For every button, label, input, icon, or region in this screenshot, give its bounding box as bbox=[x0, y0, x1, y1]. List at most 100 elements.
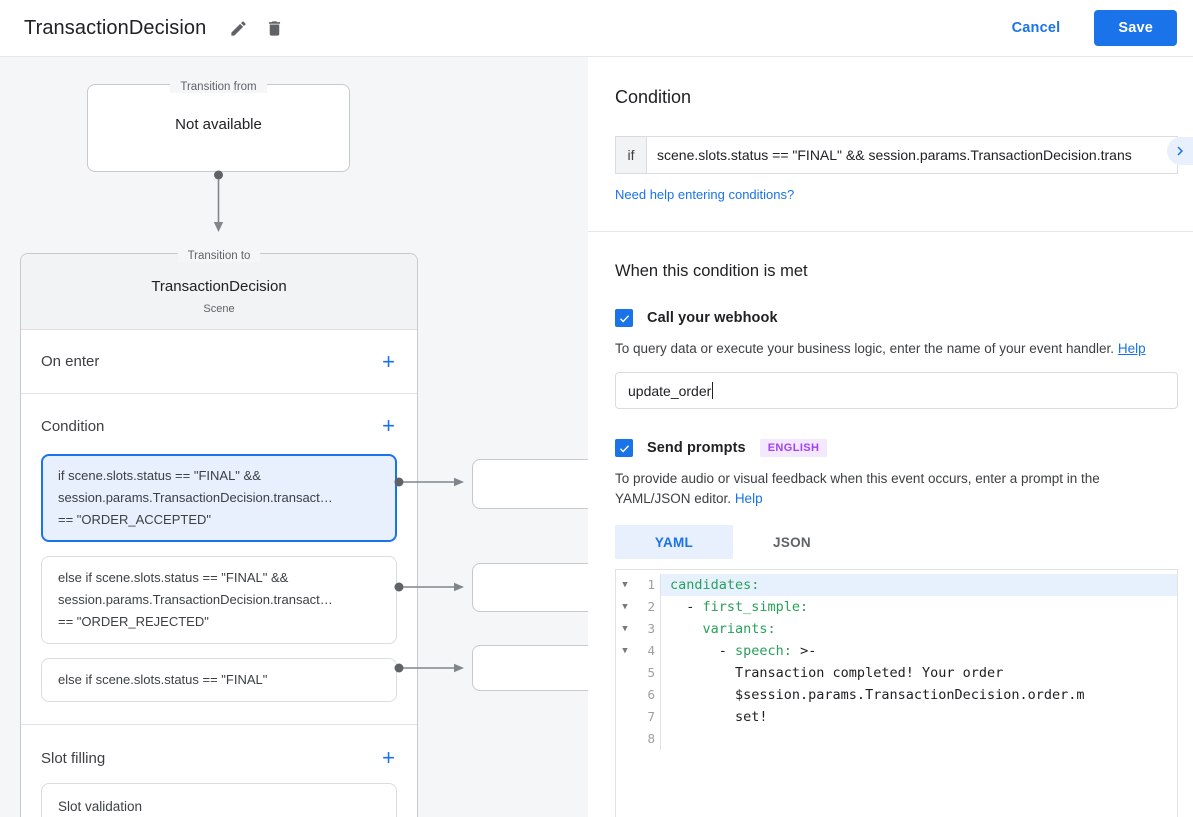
fold-gutter bbox=[616, 706, 634, 728]
save-button[interactable]: Save bbox=[1094, 10, 1177, 46]
slot-filling-label: Slot filling bbox=[41, 750, 105, 767]
trash-icon bbox=[265, 19, 284, 38]
code-line-content: Transaction completed! Your order bbox=[661, 662, 1177, 684]
transition-from-box: Transition from Not available bbox=[87, 84, 350, 172]
editor-line[interactable]: 6 $session.params.TransactionDecision.or… bbox=[616, 684, 1177, 706]
fold-arrow-icon[interactable]: ▼ bbox=[616, 574, 634, 596]
slot-validation-card[interactable]: Slot validation bbox=[41, 783, 397, 817]
transition-arrow-down bbox=[212, 170, 225, 234]
add-on-enter-button[interactable]: + bbox=[378, 349, 399, 375]
condition-expression-input[interactable]: scene.slots.status == "FINAL" && session… bbox=[647, 137, 1177, 173]
collapse-panel-button[interactable] bbox=[1167, 137, 1193, 165]
code-line-content: - first_simple: bbox=[661, 596, 1177, 618]
webhook-help-link[interactable]: Help bbox=[1118, 341, 1146, 356]
webhook-label: Call your webhook bbox=[647, 310, 778, 326]
transition-target-box-3[interactable] bbox=[472, 645, 588, 691]
panel-title: Condition bbox=[615, 87, 1178, 108]
webhook-description: To query data or execute your business l… bbox=[615, 339, 1175, 359]
fold-gutter bbox=[616, 684, 634, 706]
editor-line[interactable]: ▼3 variants: bbox=[616, 618, 1177, 640]
prompts-description: To provide audio or visual feedback when… bbox=[615, 469, 1175, 509]
on-enter-label: On enter bbox=[41, 353, 99, 370]
main-content: Transition from Not available Transition… bbox=[0, 57, 1193, 817]
editor-line[interactable]: ▼4 - speech: >- bbox=[616, 640, 1177, 662]
code-segment-plain: - bbox=[670, 599, 703, 615]
scene-card: Transition to TransactionDecision Scene … bbox=[20, 253, 418, 817]
condition-expression-field: if scene.slots.status == "FINAL" && sess… bbox=[615, 136, 1178, 174]
prompts-checkbox-row: Send prompts ENGLISH bbox=[615, 439, 1178, 457]
transition-target-box-2[interactable] bbox=[472, 563, 588, 612]
tab-json[interactable]: JSON bbox=[733, 525, 851, 559]
webhook-checkbox-row: Call your webhook bbox=[615, 309, 1178, 327]
fold-arrow-icon[interactable]: ▼ bbox=[616, 596, 634, 618]
webhook-checkbox[interactable] bbox=[615, 309, 633, 327]
line-number: 3 bbox=[634, 618, 661, 640]
transition-target-box-1[interactable] bbox=[472, 459, 588, 509]
add-condition-button[interactable]: + bbox=[378, 413, 399, 439]
app-bar: TransactionDecision Cancel Save bbox=[0, 0, 1193, 57]
editor-line[interactable]: 5 Transaction completed! Your order bbox=[616, 662, 1177, 684]
prompts-help-link[interactable]: Help bbox=[735, 491, 763, 506]
condition-text-line: session.params.TransactionDecision.trans… bbox=[58, 589, 380, 611]
scene-card-header[interactable]: TransactionDecision Scene bbox=[21, 254, 417, 330]
code-editor[interactable]: ▼1candidates:▼2 - first_simple:▼3 varian… bbox=[615, 569, 1178, 817]
line-number: 8 bbox=[634, 728, 661, 750]
code-segment-plain: >- bbox=[792, 643, 816, 659]
editor-line[interactable]: ▼1candidates: bbox=[616, 574, 1177, 596]
slot-validation-label: Slot validation bbox=[58, 799, 142, 814]
add-slot-button[interactable]: + bbox=[378, 745, 399, 771]
condition-help-link[interactable]: Need help entering conditions? bbox=[615, 187, 794, 202]
condition-text-line: else if scene.slots.status == "FINAL" && bbox=[58, 567, 380, 589]
condition-text-line: else if scene.slots.status == "FINAL" bbox=[58, 669, 380, 691]
panel-divider bbox=[588, 231, 1193, 232]
code-segment-key: candidates: bbox=[670, 577, 759, 593]
line-number: 5 bbox=[634, 662, 661, 684]
condition-connector-1 bbox=[394, 476, 466, 488]
cancel-button[interactable]: Cancel bbox=[996, 12, 1077, 44]
code-segment-plain: set! bbox=[670, 709, 768, 725]
condition-connector-2 bbox=[394, 581, 466, 593]
code-line-content: candidates: bbox=[661, 574, 1177, 596]
condition-card-final[interactable]: else if scene.slots.status == "FINAL" bbox=[41, 658, 397, 702]
condition-connector-3 bbox=[394, 662, 466, 674]
fold-arrow-icon[interactable]: ▼ bbox=[616, 640, 634, 662]
code-segment-key: speech: bbox=[735, 643, 792, 659]
transition-from-value: Not available bbox=[175, 116, 262, 133]
editor-line[interactable]: 7 set! bbox=[616, 706, 1177, 728]
condition-detail-panel: Condition if scene.slots.status == "FINA… bbox=[588, 57, 1193, 817]
checkmark-icon bbox=[618, 312, 631, 325]
text-cursor bbox=[712, 382, 713, 399]
line-number: 6 bbox=[634, 684, 661, 706]
code-segment-plain: Transaction completed! Your order bbox=[670, 665, 1003, 681]
chevron-right-icon bbox=[1171, 142, 1189, 160]
code-segment-plain: - bbox=[670, 643, 735, 659]
code-segment-plain bbox=[670, 621, 703, 637]
condition-text-line: if scene.slots.status == "FINAL" && bbox=[58, 465, 380, 487]
scene-type-label: Scene bbox=[31, 303, 407, 315]
line-number: 2 bbox=[634, 596, 661, 618]
prompts-checkbox[interactable] bbox=[615, 439, 633, 457]
fold-arrow-icon[interactable]: ▼ bbox=[616, 618, 634, 640]
code-line-content: - speech: >- bbox=[661, 640, 1177, 662]
prompts-label: Send prompts bbox=[647, 440, 746, 456]
condition-text-line: == "ORDER_ACCEPTED" bbox=[58, 509, 380, 531]
condition-section-label: Condition bbox=[41, 418, 104, 435]
pencil-icon bbox=[229, 19, 248, 38]
webhook-description-text: To query data or execute your business l… bbox=[615, 341, 1114, 356]
scene-diagram-canvas: Transition from Not available Transition… bbox=[0, 57, 588, 817]
editor-line[interactable]: 8 bbox=[616, 728, 1177, 750]
tab-yaml[interactable]: YAML bbox=[615, 525, 733, 559]
condition-card-rejected[interactable]: else if scene.slots.status == "FINAL" &&… bbox=[41, 556, 397, 644]
condition-section: Condition + if scene.slots.status == "FI… bbox=[21, 394, 417, 724]
code-line-content: variants: bbox=[661, 618, 1177, 640]
if-prefix: if bbox=[616, 137, 647, 173]
condition-card-accepted[interactable]: if scene.slots.status == "FINAL" && sess… bbox=[41, 454, 397, 542]
webhook-handler-input[interactable]: update_order bbox=[615, 372, 1178, 409]
line-number: 4 bbox=[634, 640, 661, 662]
edit-title-button[interactable] bbox=[220, 10, 256, 46]
editor-line[interactable]: ▼2 - first_simple: bbox=[616, 596, 1177, 618]
code-line-content: $session.params.TransactionDecision.orde… bbox=[661, 684, 1177, 706]
editor-format-tabs: YAML JSON bbox=[615, 525, 1178, 559]
on-enter-row[interactable]: On enter + bbox=[21, 330, 417, 394]
delete-scene-button[interactable] bbox=[256, 10, 292, 46]
